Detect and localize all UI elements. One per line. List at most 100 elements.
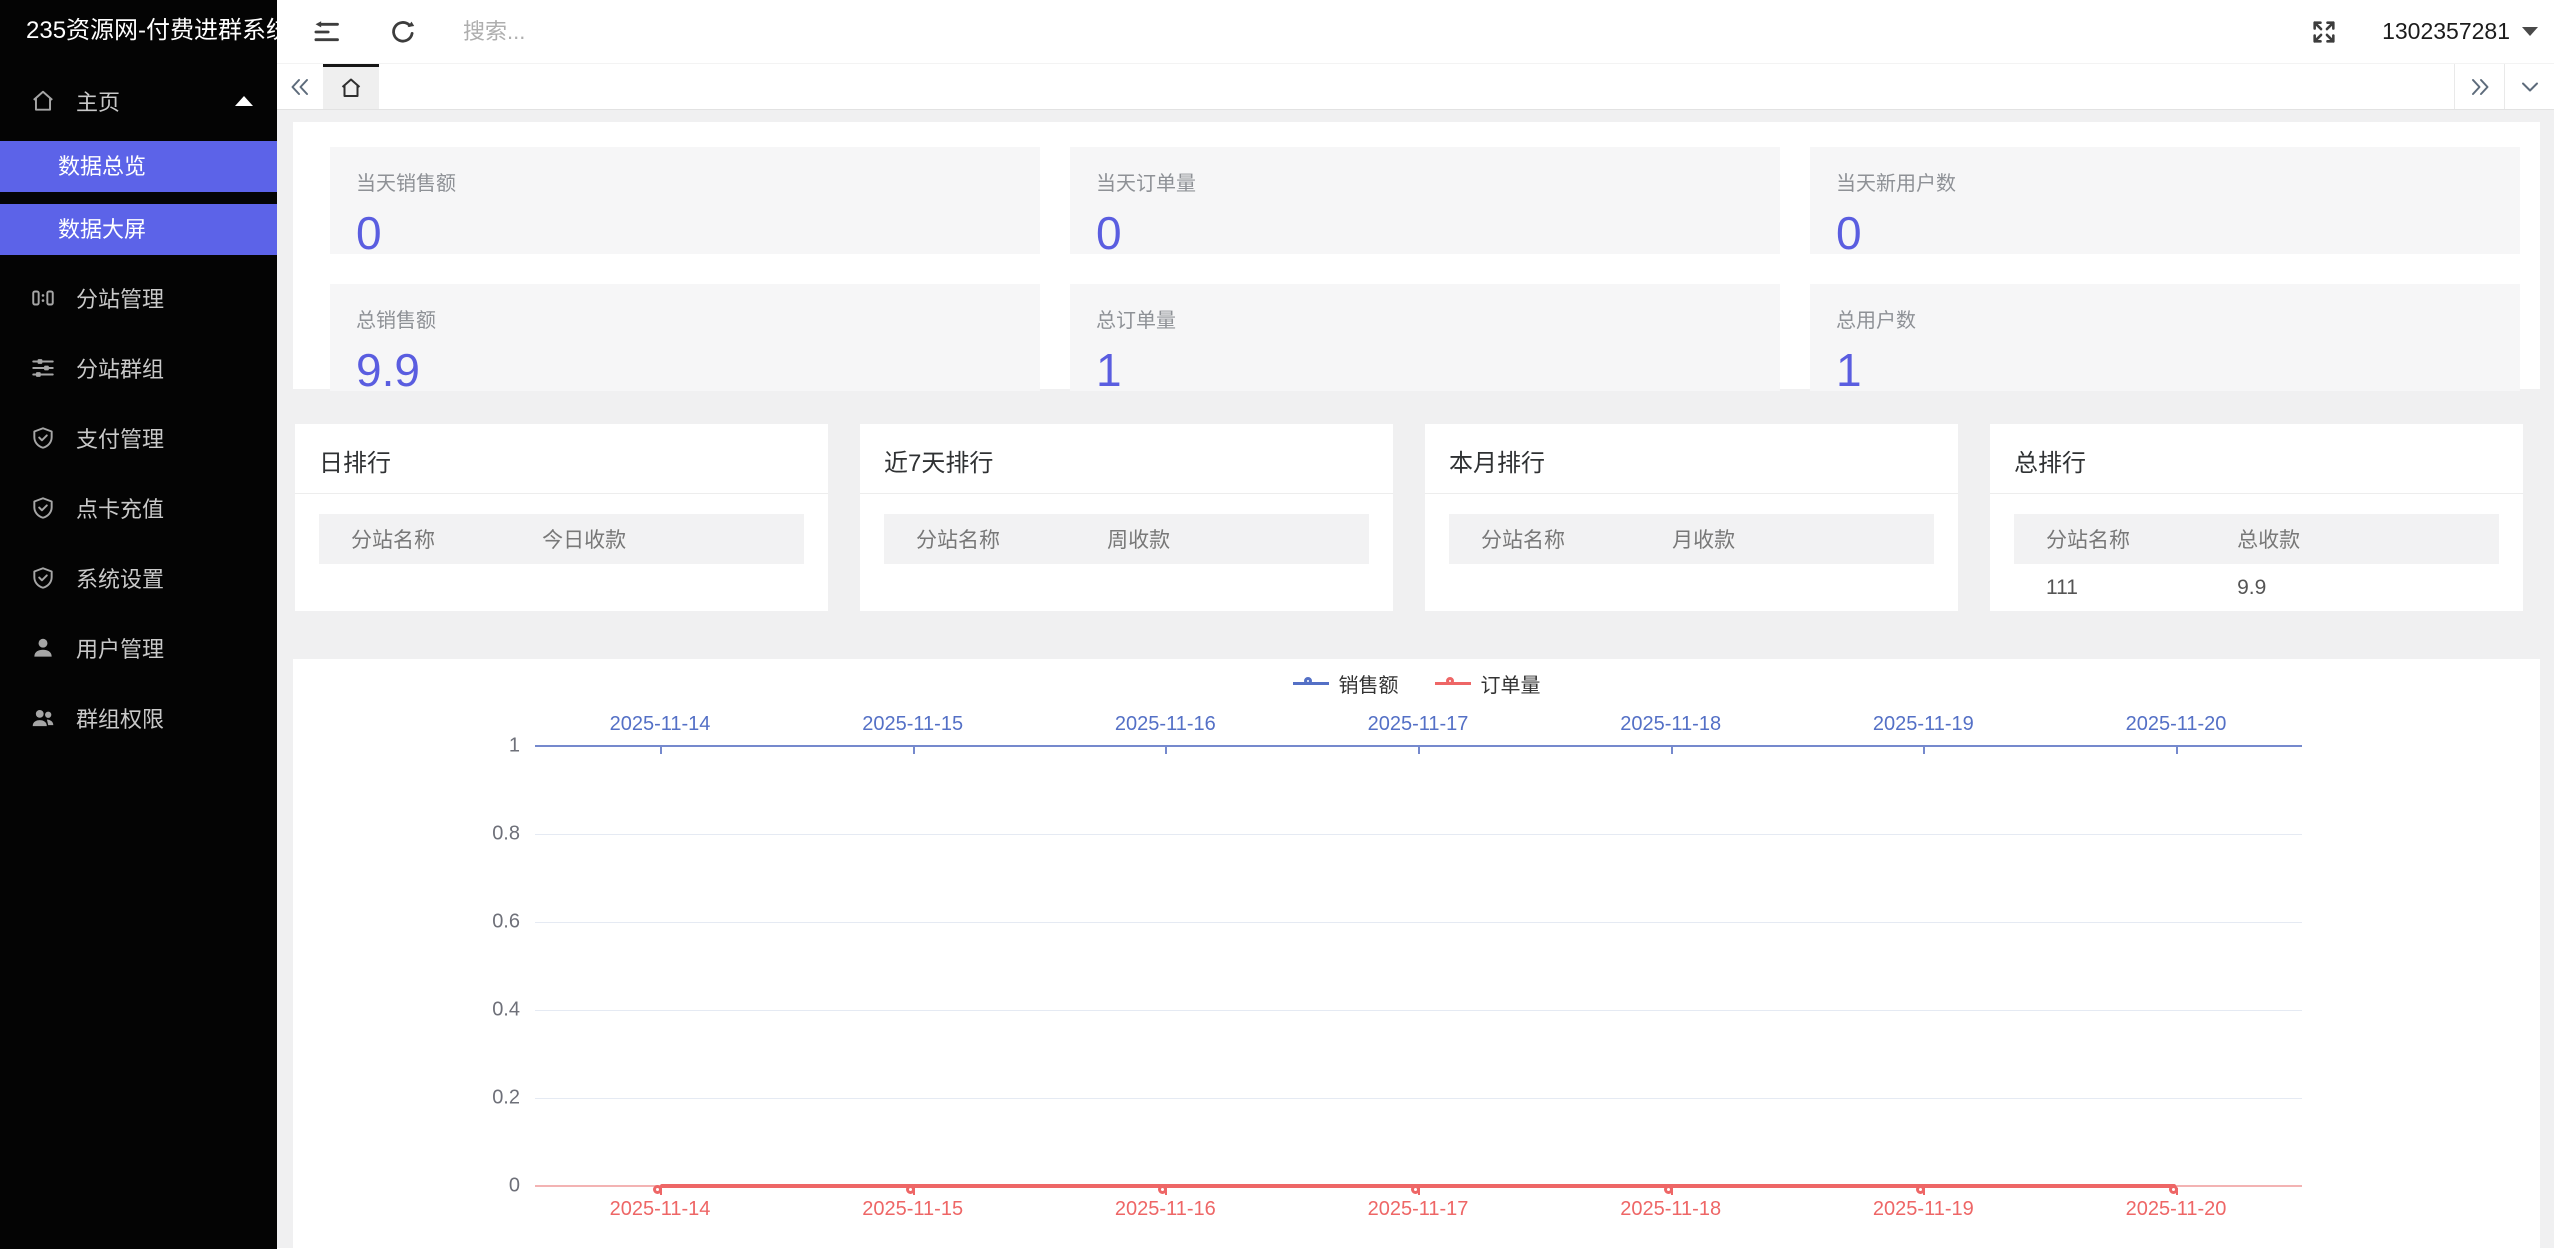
column-header: 分站名称: [351, 529, 435, 552]
sidebar-item-label: 点卡充值: [76, 497, 165, 522]
chart-grid: 0 0.2 0.4 0.6 0.8 1 2025-11-14 2025-11-14 2025-1…: [492, 713, 2302, 1220]
sidebar-item-7[interactable]: 群组权限: [0, 683, 277, 753]
column-header: 周收款: [1107, 529, 1171, 552]
legend-line-marker: [1292, 677, 1329, 685]
ranking-table-header: 分站名称 今日收款: [319, 514, 804, 564]
sidebar-item-1[interactable]: 分站管理: [0, 263, 277, 333]
sidebar-item-0[interactable]: 主页: [0, 66, 277, 136]
x-axis-bottom-label: 2025-11-15: [862, 1198, 964, 1220]
sidebar-item-label: 主页: [76, 90, 121, 115]
y-axis-tick-label: 0: [508, 1174, 520, 1197]
sidebar-item-3[interactable]: 支付管理: [0, 403, 277, 473]
stat-card-3: 总销售额 9.9: [330, 284, 1040, 396]
axis-tick: [912, 747, 915, 754]
stat-card-1: 当天订单量 0: [1070, 147, 1780, 259]
tabs-scroll-left-icon[interactable]: [277, 64, 323, 109]
x-axis-bottom-label: 2025-11-18: [1620, 1198, 1722, 1220]
legend-line-marker: [1434, 677, 1471, 685]
app-title: 235资源网-付费进群系统: [26, 17, 291, 44]
stat-value: 0: [356, 207, 382, 259]
stat-card-5: 总用户数 1: [1810, 284, 2520, 396]
chevron-down-icon: [2522, 27, 2538, 36]
sidebar-item-4[interactable]: 点卡充值: [0, 473, 277, 543]
legend-item-0[interactable]: 销售额: [1292, 669, 1399, 698]
stat-label: 总用户数: [1836, 310, 1916, 332]
column-header: 月收款: [1672, 529, 1736, 552]
axis-tick: [1670, 747, 1673, 754]
stat-label: 当天订单量: [1096, 173, 1196, 195]
cell-site-name: 111: [2046, 576, 2078, 599]
search-input[interactable]: [461, 17, 1081, 46]
stats-panel: 当天销售额 0 当天订单量 0 当天新用户数 0 总销售额 9.9 总订单量 1 总用户数 1: [293, 122, 2540, 396]
axis-tick: [660, 747, 662, 754]
x-axis-bottom-label: 2025-11-17: [1367, 1198, 1469, 1220]
sidebar-item-label: 群组权限: [76, 707, 165, 732]
stat-value: 1: [1836, 344, 1862, 396]
home-icon: [341, 78, 361, 97]
stat-value: 0: [1096, 207, 1122, 259]
stat-card-2: 当天新用户数 0: [1810, 147, 2520, 259]
x-axis-top-label: 2025-11-16: [1114, 713, 1216, 735]
sidebar-item-label: 支付管理: [76, 427, 165, 452]
data-point-marker: [905, 1185, 915, 1194]
y-axis-tick-label: 0.6: [492, 910, 520, 933]
x-axis-top-label: 2025-11-18: [1620, 713, 1722, 735]
sidebar-submenu: 数据总览 数据大屏: [0, 141, 277, 255]
legend-item-1[interactable]: 订单量: [1434, 669, 1541, 698]
x-axis-top-label: 2025-11-15: [862, 713, 964, 735]
tab-bar-empty: [379, 64, 2454, 109]
users-icon: [30, 705, 56, 731]
sidebar-item-5[interactable]: 系统设置: [0, 543, 277, 613]
ranking-table-header: 分站名称 月收款: [1449, 514, 1934, 564]
x-axis-bottom-label: 2025-11-20: [2125, 1198, 2227, 1220]
x-axis-top-label: 2025-11-14: [609, 713, 711, 735]
refresh-icon[interactable]: [389, 18, 417, 46]
ranking-table-header: 分站名称 周收款: [884, 514, 1369, 564]
column-header: 分站名称: [2046, 529, 2130, 552]
fullscreen-icon[interactable]: [2310, 18, 2338, 46]
tabs-scroll-right-icon[interactable]: [2454, 64, 2504, 109]
sidebar-subitem-0-0[interactable]: 数据总览: [0, 141, 277, 192]
gridline: [535, 1010, 2302, 1011]
stat-label: 当天新用户数: [1836, 173, 1956, 195]
ranking-title: 日排行: [295, 424, 828, 494]
x-axis-top-label: 2025-11-20: [2125, 713, 2227, 735]
ranking-table: 分站名称 总收款 111 9.9: [2014, 514, 2499, 612]
data-point-marker: [2169, 1185, 2178, 1194]
sidebar-fold-icon[interactable]: [313, 18, 341, 46]
tab-home[interactable]: [323, 64, 379, 109]
stat-label: 总销售额: [356, 310, 436, 332]
table-row: 111 9.9: [2014, 564, 2499, 612]
user-menu[interactable]: 1302357281: [2382, 18, 2538, 45]
axis-tick: [2176, 747, 2178, 754]
home-icon: [30, 88, 56, 114]
ranking-title: 本月排行: [1425, 424, 1958, 494]
ranking-card-3: 总排行 分站名称 总收款 111 9.9: [1990, 424, 2523, 611]
sidebar-subitem-0-1[interactable]: 数据大屏: [0, 204, 277, 255]
user-id: 1302357281: [2382, 18, 2510, 44]
data-point-marker: [1663, 1185, 1673, 1194]
ranking-table: 分站名称 月收款: [1449, 514, 1934, 564]
sidebar-item-label: 分站群组: [76, 357, 165, 382]
sidebar-item-label: 分站管理: [76, 287, 165, 312]
stat-value: 9.9: [356, 344, 420, 396]
ranking-card-1: 近7天排行 分站名称 周收款: [860, 424, 1393, 611]
cell-amount: 9.9: [2237, 576, 2267, 599]
chart-legend: 销售额 订单量: [293, 669, 2540, 698]
tabs-menu-icon[interactable]: [2504, 64, 2554, 109]
gridline: [535, 834, 2302, 835]
stats-grid: 当天销售额 0 当天订单量 0 当天新用户数 0 总销售额 9.9 总订单量 1 总用户数 1: [330, 147, 2520, 396]
gridline: [535, 922, 2302, 923]
substation-icon: [30, 285, 56, 311]
sidebar-item-2[interactable]: 分站群组: [0, 333, 277, 403]
chart-panel: 销售额 订单量 0 0.2 0.4 0.6 0.8 1 2025-11-14 2025-11-1…: [293, 659, 2540, 1248]
shield-check-icon: [30, 495, 56, 521]
rankings-row: 日排行 分站名称 今日收款 近7天排行 分站名称 周收款 本月排行 分站名称 月收款 总排行 分站名…: [295, 424, 2523, 611]
ranking-card-2: 本月排行分站名称 月收款: [1425, 424, 1958, 611]
stat-label: 总订单量: [1096, 310, 1176, 332]
tab-bar: [277, 64, 2554, 110]
caret-up-icon: [235, 96, 253, 106]
sidebar-item-6[interactable]: 用户管理: [0, 613, 277, 683]
user-icon: [30, 635, 56, 661]
column-header: 分站名称: [916, 529, 1000, 552]
